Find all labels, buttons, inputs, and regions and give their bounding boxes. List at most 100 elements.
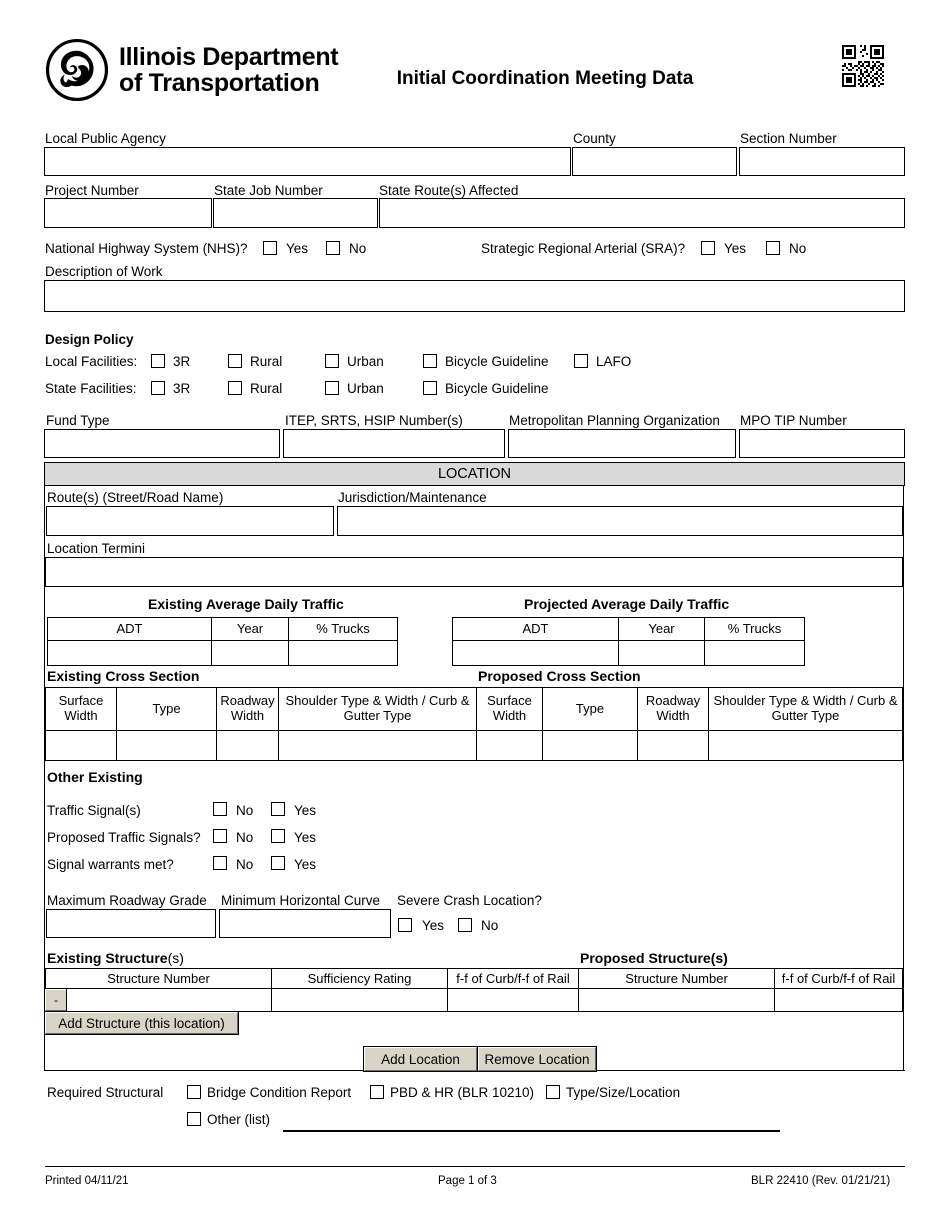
proposed-traffic-signals-no-checkbox[interactable] bbox=[213, 829, 227, 843]
location-banner: LOCATION bbox=[44, 462, 905, 486]
local-rural-checkbox[interactable] bbox=[228, 354, 242, 368]
nhs-yes-checkbox[interactable] bbox=[263, 241, 277, 255]
proposed-cs-col-type: Type bbox=[542, 687, 638, 731]
existing-adt-heading: Existing Average Daily Traffic bbox=[148, 596, 344, 612]
add-location-button[interactable]: Add Location bbox=[363, 1046, 478, 1072]
remove-location-button[interactable]: Remove Location bbox=[477, 1046, 597, 1072]
existing-cs-value-type[interactable] bbox=[116, 730, 217, 761]
project-number-input[interactable] bbox=[44, 198, 212, 228]
existing-structures-heading: Existing Structure(s) bbox=[47, 950, 184, 966]
signal-warrants-yes-checkbox[interactable] bbox=[271, 856, 285, 870]
local-urban-checkbox[interactable] bbox=[325, 354, 339, 368]
mpo-label: Metropolitan Planning Organization bbox=[509, 413, 720, 428]
remove-structure-row-button[interactable]: - bbox=[44, 988, 68, 1012]
proposed-cs-value-type[interactable] bbox=[542, 730, 638, 761]
idot-logo-line2: of Transportation bbox=[119, 69, 320, 97]
state-urban-checkbox[interactable] bbox=[325, 381, 339, 395]
project-number-label: Project Number bbox=[45, 183, 139, 198]
local-bicycle-guideline-checkbox[interactable] bbox=[423, 354, 437, 368]
existing-cross-section-heading: Existing Cross Section bbox=[47, 668, 200, 684]
existing-structure-value-ff-curb-rail[interactable] bbox=[447, 988, 579, 1012]
state-job-number-label: State Job Number bbox=[214, 183, 323, 198]
severe-crash-yes-checkbox[interactable] bbox=[398, 918, 412, 932]
proposed-cs-col-shoulder: Shoulder Type & Width / Curb & Gutter Ty… bbox=[708, 687, 903, 731]
mpo-tip-input[interactable] bbox=[739, 429, 905, 458]
pbd-hr-checkbox[interactable] bbox=[370, 1085, 384, 1099]
projected-adt-value-year[interactable] bbox=[618, 640, 705, 666]
mpo-input[interactable] bbox=[508, 429, 736, 458]
existing-adt-col-trucks: % Trucks bbox=[288, 617, 398, 641]
fund-type-input[interactable] bbox=[44, 429, 280, 458]
description-of-work-input[interactable] bbox=[44, 280, 905, 312]
existing-structures-heading-bold: Existing Structure bbox=[47, 950, 168, 966]
proposed-cs-value-surface-width[interactable] bbox=[476, 730, 543, 761]
jurisdiction-label: Jurisdiction/Maintenance bbox=[338, 490, 487, 505]
idot-logo-line1: Illinois Department bbox=[119, 42, 339, 71]
proposed-cross-section-heading: Proposed Cross Section bbox=[478, 668, 641, 684]
traffic-signals-label: Traffic Signal(s) bbox=[47, 803, 141, 818]
projected-adt-value-trucks[interactable] bbox=[704, 640, 805, 666]
traffic-signals-no-checkbox[interactable] bbox=[213, 802, 227, 816]
location-termini-input[interactable] bbox=[45, 557, 903, 587]
state-bicycle-guideline-checkbox[interactable] bbox=[423, 381, 437, 395]
fund-type-label: Fund Type bbox=[46, 413, 110, 428]
min-horizontal-curve-label: Minimum Horizontal Curve bbox=[221, 893, 381, 908]
existing-cs-value-shoulder[interactable] bbox=[278, 730, 477, 761]
proposed-traffic-signals-yes-checkbox[interactable] bbox=[271, 829, 285, 843]
proposed-structure-value-ff-curb-rail[interactable] bbox=[774, 988, 903, 1012]
existing-cs-col-roadway-width: Roadway Width bbox=[216, 687, 279, 731]
required-structural-label: Required Structural bbox=[47, 1085, 164, 1100]
local-lafo-label: LAFO bbox=[596, 354, 632, 369]
max-roadway-grade-label: Maximum Roadway Grade bbox=[47, 893, 207, 908]
state-rural-checkbox[interactable] bbox=[228, 381, 242, 395]
signal-warrants-yes-label: Yes bbox=[294, 857, 317, 872]
existing-cs-value-roadway-width[interactable] bbox=[216, 730, 279, 761]
state-bicycle-guideline-label: Bicycle Guideline bbox=[445, 381, 549, 396]
sra-no-checkbox[interactable] bbox=[766, 241, 780, 255]
severe-crash-no-checkbox[interactable] bbox=[458, 918, 472, 932]
existing-adt-value-year[interactable] bbox=[211, 640, 289, 666]
traffic-signals-yes-checkbox[interactable] bbox=[271, 802, 285, 816]
itep-input[interactable] bbox=[283, 429, 505, 458]
local-public-agency-label: Local Public Agency bbox=[45, 131, 166, 146]
state-routes-input[interactable] bbox=[379, 198, 905, 228]
local-public-agency-input[interactable] bbox=[44, 147, 571, 176]
county-input[interactable] bbox=[572, 147, 737, 176]
proposed-cs-value-roadway-width[interactable] bbox=[637, 730, 709, 761]
max-roadway-grade-input[interactable] bbox=[46, 909, 216, 938]
type-size-location-checkbox[interactable] bbox=[546, 1085, 560, 1099]
other-list-checkbox[interactable] bbox=[187, 1112, 201, 1126]
signal-warrants-no-checkbox[interactable] bbox=[213, 856, 227, 870]
bridge-condition-report-checkbox[interactable] bbox=[187, 1085, 201, 1099]
existing-cs-col-type: Type bbox=[116, 687, 217, 731]
state-routes-label: State Route(s) Affected bbox=[379, 183, 519, 198]
idot-logo: Illinois Department of Transportation bbox=[45, 38, 339, 102]
other-list-label: Other (list) bbox=[207, 1112, 271, 1127]
state-3r-checkbox[interactable] bbox=[151, 381, 165, 395]
state-job-number-input[interactable] bbox=[213, 198, 378, 228]
form-page: Illinois Department of Transportation In… bbox=[0, 0, 950, 1230]
jurisdiction-input[interactable] bbox=[337, 506, 903, 536]
footer-divider bbox=[45, 1166, 905, 1168]
add-structure-button[interactable]: Add Structure (this location) bbox=[44, 1011, 239, 1035]
min-horizontal-curve-input[interactable] bbox=[219, 909, 391, 938]
proposed-structure-value-number[interactable] bbox=[578, 988, 775, 1012]
projected-adt-heading: Projected Average Daily Traffic bbox=[524, 596, 730, 612]
nhs-no-checkbox[interactable] bbox=[326, 241, 340, 255]
existing-adt-value-trucks[interactable] bbox=[288, 640, 398, 666]
routes-input[interactable] bbox=[46, 506, 334, 536]
existing-structure-value-sufficiency[interactable] bbox=[271, 988, 448, 1012]
existing-adt-value-adt[interactable] bbox=[47, 640, 212, 666]
local-3r-checkbox[interactable] bbox=[151, 354, 165, 368]
footer-page-number: Page 1 of 3 bbox=[438, 1175, 497, 1187]
proposed-cs-value-shoulder[interactable] bbox=[708, 730, 903, 761]
proposed-cs-col-roadway-width: Roadway Width bbox=[637, 687, 709, 731]
section-number-input[interactable] bbox=[739, 147, 905, 176]
existing-structure-value-number[interactable] bbox=[66, 988, 272, 1012]
existing-cs-value-surface-width[interactable] bbox=[45, 730, 117, 761]
sra-yes-checkbox[interactable] bbox=[701, 241, 715, 255]
local-lafo-checkbox[interactable] bbox=[574, 354, 588, 368]
severe-crash-yes-label: Yes bbox=[422, 918, 445, 933]
footer-printed: Printed 04/11/21 bbox=[45, 1175, 129, 1187]
projected-adt-value-adt[interactable] bbox=[452, 640, 619, 666]
